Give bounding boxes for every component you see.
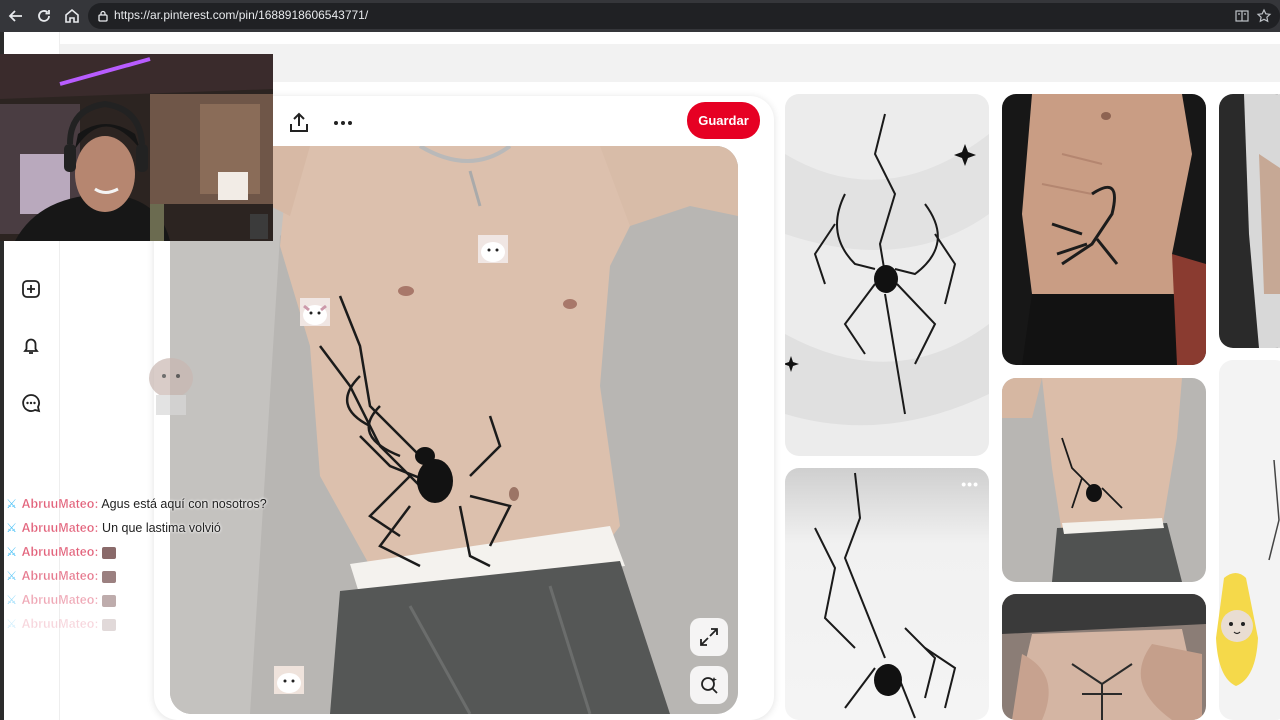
chat-username: AbruuMateo: (21, 521, 99, 535)
reload-icon[interactable] (34, 6, 54, 26)
chat-message: ⚔ AbruuMateo: (6, 612, 306, 636)
feed-pin-torso-spider[interactable] (1002, 378, 1206, 582)
notifications-bell-icon[interactable] (20, 335, 42, 357)
sword-badge-icon: ⚔ (6, 521, 18, 535)
browser-toolbar: https://ar.pinterest.com/pin/16889186065… (0, 0, 1280, 32)
cat-emote-icon (102, 570, 117, 583)
chat-message: ⚔ AbruuMateo: (6, 540, 306, 564)
share-icon[interactable] (286, 110, 312, 136)
chat-message: ⚔ AbruuMateo: (6, 564, 306, 588)
feed-pin-chest-tattoo[interactable] (1002, 594, 1206, 720)
chat-username: AbruuMateo: (21, 593, 99, 607)
expand-icon[interactable] (690, 618, 728, 656)
pin-more-options[interactable]: ••• (961, 476, 979, 492)
cat-sticker-icon (300, 298, 330, 326)
cat-sticker-icon (274, 666, 304, 694)
streamer-webcam (0, 54, 273, 241)
create-plus-icon[interactable] (20, 278, 42, 300)
more-options-icon[interactable] (330, 110, 356, 136)
stream-chat: ⚔ AbruuMateo: Agus está aquí con nosotro… (6, 492, 306, 636)
home-icon[interactable] (62, 6, 82, 26)
chat-username: AbruuMateo: (21, 617, 99, 631)
sword-badge-icon: ⚔ (6, 569, 18, 583)
bookmark-star-icon[interactable] (1256, 8, 1272, 24)
feed-pin-spider-design[interactable] (785, 94, 989, 456)
chat-username: AbruuMateo: (21, 497, 99, 511)
chat-username: AbruuMateo: (21, 545, 99, 559)
chat-message: ⚔ AbruuMateo: Un que lastima volvió (6, 516, 306, 540)
cat-emote-icon (102, 618, 117, 631)
feed-pin-scorpion-tattoo[interactable] (1002, 94, 1206, 365)
sword-badge-icon: ⚔ (6, 545, 18, 559)
sword-badge-icon: ⚔ (6, 497, 18, 511)
sword-badge-icon: ⚔ (6, 617, 18, 631)
save-button[interactable]: Guardar (687, 102, 760, 139)
feed-pin-partial-1[interactable] (1219, 94, 1280, 348)
cat-sticker-icon (146, 350, 196, 416)
chat-username: AbruuMateo: (21, 569, 99, 583)
cat-emote-icon (102, 546, 117, 559)
cat-sticker-icon (478, 235, 508, 263)
back-arrow-icon[interactable] (6, 6, 26, 26)
chat-message: ⚔ AbruuMateo: Agus está aquí con nosotro… (6, 492, 306, 516)
reader-mode-icon[interactable] (1234, 8, 1250, 24)
address-bar[interactable]: https://ar.pinterest.com/pin/16889186065… (88, 3, 1280, 29)
cat-emote-icon (102, 594, 117, 607)
chat-text: Un que lastima volvió (98, 521, 221, 535)
screen: https://ar.pinterest.com/pin/16889186065… (0, 0, 1280, 720)
url-text[interactable]: https://ar.pinterest.com/pin/16889186065… (114, 8, 368, 22)
messages-icon[interactable] (20, 392, 42, 414)
chat-text: Agus está aquí con nosotros? (98, 497, 267, 511)
chat-message: ⚔ AbruuMateo: (6, 588, 306, 612)
visual-search-icon[interactable] (690, 666, 728, 704)
sword-badge-icon: ⚔ (6, 593, 18, 607)
feed-pin-spider-design-2[interactable]: ••• (785, 468, 989, 720)
banana-cat-sticker-icon (1206, 568, 1266, 690)
site-info-icon[interactable] (96, 9, 110, 23)
